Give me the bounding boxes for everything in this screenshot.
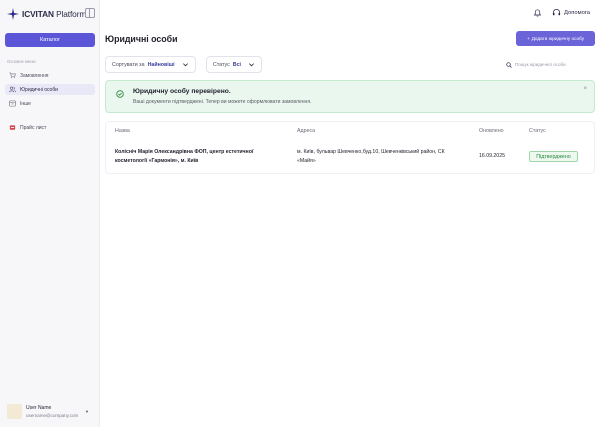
- brand-name: ICVITAN Platform: [22, 9, 87, 19]
- users-icon: [9, 86, 16, 93]
- brand[interactable]: ICVITAN Platform: [7, 8, 86, 20]
- close-icon[interactable]: ×: [583, 86, 587, 92]
- bell-icon[interactable]: [533, 8, 542, 17]
- plus-icon: +: [526, 36, 530, 41]
- search-icon: [506, 61, 512, 68]
- column-header-address[interactable]: Адреса: [297, 128, 315, 134]
- sidebar-section-label: Основне меню: [7, 59, 36, 64]
- status-filter-dropdown[interactable]: Статус Всі: [206, 56, 262, 73]
- alert-text: Ваші документи підтверджені. Тепер ви мо…: [133, 99, 312, 105]
- row-address: м. Київ, бульвар Шевченко,буд.10, Шевчен…: [297, 149, 445, 164]
- catalog-button[interactable]: Каталог: [5, 33, 95, 47]
- help-button[interactable]: Допомога: [552, 8, 590, 17]
- status-filter-value: Всі: [232, 61, 241, 68]
- status-badge: Підтверджено: [529, 151, 578, 162]
- user-menu[interactable]: User Name username@company.com ▼: [5, 400, 95, 422]
- headset-icon: [552, 9, 561, 16]
- help-label: Допомога: [564, 9, 590, 16]
- check-circle-icon: [116, 90, 124, 98]
- sort-value: Найновіші: [147, 61, 175, 68]
- cart-icon: [9, 72, 16, 79]
- sort-label: Сортувати за: [112, 61, 145, 68]
- chevron-down-icon: [182, 63, 188, 67]
- sidebar-item-other[interactable]: Інше: [5, 98, 95, 109]
- user-name: User Name: [26, 404, 52, 411]
- sidebar-item-price-list[interactable]: Прайс лист: [5, 122, 95, 133]
- sidebar-toggle-icon[interactable]: [85, 8, 95, 18]
- sidebar-item-label: Юридичні особи: [20, 86, 58, 93]
- sidebar-item-legal-entities[interactable]: Юридичні особи: [5, 84, 95, 95]
- user-email: username@company.com: [26, 412, 79, 418]
- chevron-down-icon: [249, 63, 254, 67]
- sort-dropdown[interactable]: Сортувати за Найновіші: [105, 56, 196, 73]
- status-filter-label: Статус: [213, 61, 230, 68]
- topbar-actions: Допомога: [533, 8, 590, 17]
- column-header-name[interactable]: Назва: [115, 128, 130, 134]
- search-placeholder: Пошук юридичної особи: [515, 62, 566, 67]
- caret-down-icon: ▼: [85, 409, 89, 414]
- sidebar-item-label: Замовлення: [20, 72, 49, 79]
- column-header-updated[interactable]: Оновлено: [479, 128, 504, 134]
- column-header-status[interactable]: Статус: [529, 128, 546, 134]
- page-title: Юридичні особи: [105, 34, 178, 44]
- add-button-label: Додати юридичну особу: [531, 36, 585, 41]
- add-legal-entity-button[interactable]: + Додати юридичну особу: [516, 31, 595, 46]
- brand-logo-icon: [7, 8, 19, 20]
- sidebar-item-label: Прайс лист: [20, 124, 47, 131]
- sidebar-item-orders[interactable]: Замовлення: [5, 70, 95, 81]
- avatar: [7, 403, 22, 419]
- archive-icon: [9, 100, 16, 107]
- success-alert: Юридичну особу перевірено. Ваші документ…: [105, 80, 595, 113]
- row-name: Колісніч Марія Олександрівна ФОП, центр …: [115, 149, 254, 164]
- alert-title: Юридичну особу перевірено.: [133, 88, 231, 95]
- sidebar: ICVITAN Platform Каталог Основне меню За…: [0, 0, 100, 427]
- search-input[interactable]: Пошук юридичної особи: [506, 59, 596, 70]
- sidebar-item-label: Інше: [20, 100, 31, 107]
- pdf-file-icon: [9, 124, 16, 131]
- row-updated: 16.09.2025: [479, 153, 505, 159]
